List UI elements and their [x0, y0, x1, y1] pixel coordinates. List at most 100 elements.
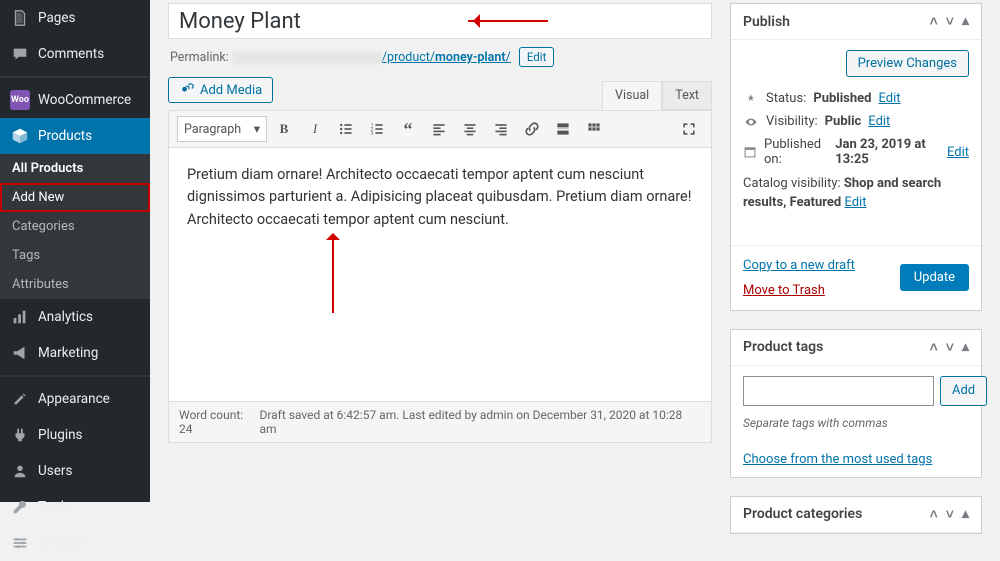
edit-catalog-link[interactable]: Edit [844, 195, 866, 210]
permalink-path[interactable]: /product/ [382, 50, 435, 65]
menu-label: Appearance [38, 391, 110, 407]
collapse-icon[interactable]: ▴ [962, 13, 969, 30]
sidebar-item-add-new[interactable]: Add New [0, 183, 150, 212]
status-value: Published [813, 91, 871, 106]
menu-appearance[interactable]: Appearance [0, 381, 150, 417]
woocommerce-icon: Woo [10, 90, 30, 110]
appearance-icon [10, 389, 30, 409]
publish-title: Publish [743, 14, 790, 30]
chevron-up-icon[interactable]: ˄ [930, 339, 938, 356]
permalink-edit-button[interactable]: Edit [519, 47, 554, 67]
editor-tabs: VisualText [602, 81, 712, 110]
collapse-icon[interactable]: ▴ [962, 506, 969, 523]
visibility-label: Visibility: [766, 114, 818, 129]
submenu-products: All Products Add New Categories Tags Att… [0, 154, 150, 299]
collapse-icon[interactable]: ▴ [962, 339, 969, 356]
menu-settings[interactable]: Settings [0, 525, 150, 561]
number-list-button[interactable]: 123 [363, 116, 391, 142]
word-count: Word count: 24 [179, 408, 259, 436]
add-media-button[interactable]: Add Media [168, 77, 273, 103]
published-value: Jan 23, 2019 at 13:25 [835, 137, 940, 167]
pin-icon [743, 92, 759, 106]
copy-draft-link[interactable]: Copy to a new draft [743, 258, 855, 273]
settings-icon [10, 533, 30, 553]
menu-woocommerce[interactable]: Woo WooCommerce [0, 82, 150, 118]
body-text: Pretium diam ornare! Architecto occaecat… [187, 166, 691, 228]
paragraph-select[interactable]: Paragraph▾ [177, 116, 267, 142]
quote-button[interactable]: “ [394, 116, 422, 142]
menu-label: Comments [38, 46, 104, 62]
tab-visual[interactable]: Visual [602, 81, 662, 110]
readmore-button[interactable] [549, 116, 577, 142]
editor-content[interactable]: Pretium diam ornare! Architecto occaecat… [168, 147, 712, 402]
sidebar-item-tags[interactable]: Tags [0, 241, 150, 270]
permalink-label: Permalink: [170, 50, 229, 65]
menu-label: Products [38, 128, 92, 144]
visibility-value: Public [825, 114, 862, 129]
menu-analytics[interactable]: Analytics [0, 299, 150, 335]
align-center-button[interactable] [456, 116, 484, 142]
add-media-label: Add Media [200, 83, 262, 98]
bold-button[interactable]: B [270, 116, 298, 142]
menu-users[interactable]: Users [0, 453, 150, 489]
toolbar-toggle-button[interactable] [580, 116, 608, 142]
status-label: Status: [766, 91, 806, 106]
chevron-down-icon[interactable]: ˅ [946, 339, 954, 356]
align-right-button[interactable] [487, 116, 515, 142]
editor-toolbar: Paragraph▾ B I 123 “ [168, 110, 712, 147]
move-trash-link[interactable]: Move to Trash [743, 283, 825, 298]
edit-status-link[interactable]: Edit [878, 91, 900, 106]
menu-marketing[interactable]: Marketing [0, 335, 150, 371]
italic-button[interactable]: I [301, 116, 329, 142]
tag-input[interactable] [743, 376, 934, 406]
edit-date-link[interactable]: Edit [947, 145, 969, 160]
permalink-trail[interactable]: / [506, 50, 511, 65]
update-button[interactable]: Update [900, 264, 969, 291]
marketing-icon [10, 343, 30, 363]
sidebar-item-all-products[interactable]: All Products [0, 154, 150, 183]
menu-tools[interactable]: Tools [0, 489, 150, 525]
categories-title: Product categories [743, 506, 862, 522]
add-tag-button[interactable]: Add [940, 376, 987, 406]
menu-label: Marketing [38, 345, 98, 361]
bullet-list-button[interactable] [332, 116, 360, 142]
menu-label: Settings [38, 535, 87, 551]
tab-text[interactable]: Text [662, 81, 712, 110]
menu-label: Pages [38, 10, 76, 26]
sidebar-item-attributes[interactable]: Attributes [0, 270, 150, 299]
products-icon [10, 126, 30, 146]
tools-icon [10, 497, 30, 517]
menu-label: WooCommerce [38, 92, 131, 108]
publish-box: Publish ˄ ˅ ▴ Preview Changes Status: Pu… [730, 3, 982, 311]
users-icon [10, 461, 30, 481]
menu-comments[interactable]: Comments [0, 36, 150, 72]
eye-icon [743, 115, 759, 129]
align-left-button[interactable] [425, 116, 453, 142]
chevron-up-icon[interactable]: ˄ [930, 506, 938, 523]
calendar-icon [743, 145, 757, 159]
tags-hint: Separate tags with commas [743, 416, 969, 430]
chevron-down-icon[interactable]: ˅ [946, 13, 954, 30]
permalink-slug[interactable]: money-plant [435, 50, 506, 65]
sidebar-item-categories[interactable]: Categories [0, 212, 150, 241]
menu-separator [0, 76, 150, 78]
product-title-input[interactable] [168, 3, 712, 39]
chevron-down-icon[interactable]: ˅ [946, 506, 954, 523]
chevron-up-icon[interactable]: ˄ [930, 13, 938, 30]
menu-products[interactable]: Products [0, 118, 150, 154]
menu-pages[interactable]: Pages [0, 0, 150, 36]
fullscreen-button[interactable] [675, 116, 703, 142]
preview-changes-button[interactable]: Preview Changes [846, 50, 969, 77]
pages-icon [10, 8, 30, 28]
menu-plugins[interactable]: Plugins [0, 417, 150, 453]
choose-tags-link[interactable]: Choose from the most used tags [743, 452, 932, 467]
admin-sidebar: Pages Comments Woo WooCommerce Products … [0, 0, 150, 502]
menu-label: Tools [38, 499, 71, 515]
published-label: Published on: [764, 137, 828, 167]
link-button[interactable] [518, 116, 546, 142]
editor-statusbar: Word count: 24 Draft saved at 6:42:57 am… [168, 402, 712, 443]
catalog-label: Catalog visibility: [743, 176, 841, 191]
comments-icon [10, 44, 30, 64]
edit-visibility-link[interactable]: Edit [868, 114, 890, 129]
annotation-arrow [468, 17, 558, 25]
